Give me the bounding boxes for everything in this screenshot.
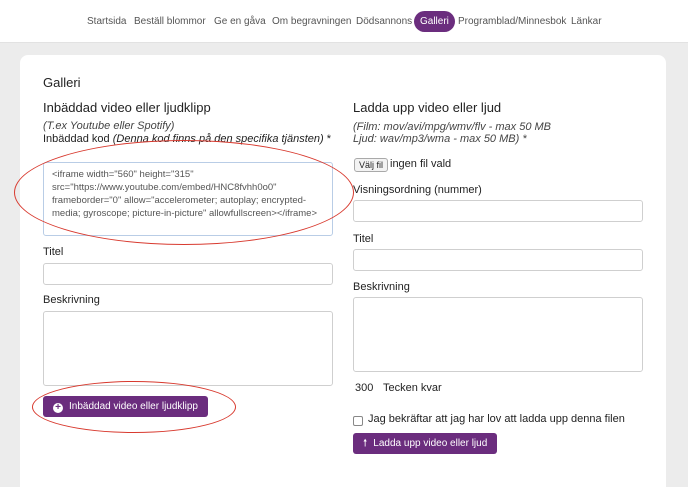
upload-description-label: Beskrivning — [353, 281, 410, 293]
upload-description-textarea[interactable] — [353, 297, 643, 372]
embed-hint: (T.ex Youtube eller Spotify) — [43, 120, 175, 132]
top-navigation: Startsida Beställ blommor Ge en gåva Om … — [0, 0, 688, 43]
annotation-ellipse-embed-button — [32, 381, 236, 433]
nav-startsida[interactable]: Startsida — [87, 11, 126, 32]
nav-ge-en-gava[interactable]: Ge en gåva — [214, 11, 266, 32]
order-input[interactable] — [353, 200, 643, 222]
embed-description-label: Beskrivning — [43, 294, 100, 306]
choose-file-button[interactable]: Välj fil — [354, 158, 389, 172]
upload-hint-line2-text: Ljud: wav/mp3/wma - max 50 MB) — [353, 133, 520, 145]
embed-code-required: * — [326, 133, 332, 145]
embed-title-input[interactable] — [43, 263, 333, 285]
nav-om-begravningen[interactable]: Om begravningen — [272, 11, 352, 32]
annotation-ellipse-embed-code — [14, 140, 354, 245]
upload-hint-required: * — [522, 133, 527, 145]
char-count: 300 — [355, 382, 374, 394]
nav-dodsannons[interactable]: Dödsannons — [356, 11, 412, 32]
consent-checkbox[interactable] — [353, 416, 363, 426]
nav-programblad-minnesbok[interactable]: Programblad/Minnesbok — [458, 11, 566, 32]
upload-submit-label: Ladda upp video eller ljud — [373, 438, 488, 449]
no-file-text: ingen fil vald — [390, 158, 452, 170]
embed-description-textarea[interactable] — [43, 311, 333, 386]
upload-heading: Ladda upp video eller ljud — [353, 100, 502, 115]
upload-title-label: Titel — [353, 233, 374, 245]
upload-submit-button[interactable]: 🠕 Ladda upp video eller ljud — [353, 433, 498, 454]
upload-hint-line2: Ljud: wav/mp3/wma - max 50 MB) * — [353, 133, 527, 145]
page-title: Galleri — [43, 75, 81, 90]
order-label: Visningsordning (nummer) — [353, 184, 482, 196]
arrow-up-icon: 🠕 — [363, 438, 368, 449]
char-count-suffix: Tecken kvar — [383, 382, 442, 394]
upload-hint-line1: (Film: mov/avi/mpg/wmv/flv - max 50 MB — [353, 121, 552, 133]
upload-title-input[interactable] — [353, 249, 643, 271]
embed-heading: Inbäddad video eller ljudklipp — [43, 100, 211, 115]
nav-galleri[interactable]: Galleri — [414, 11, 455, 32]
embed-title-label: Titel — [43, 246, 64, 258]
nav-lankar[interactable]: Länkar — [571, 11, 602, 32]
embed-code-label-text: Inbäddad kod — [43, 133, 110, 145]
nav-bestall-blommor[interactable]: Beställ blommor — [134, 11, 206, 32]
consent-label: Jag bekräftar att jag har lov att ladda … — [368, 413, 625, 425]
